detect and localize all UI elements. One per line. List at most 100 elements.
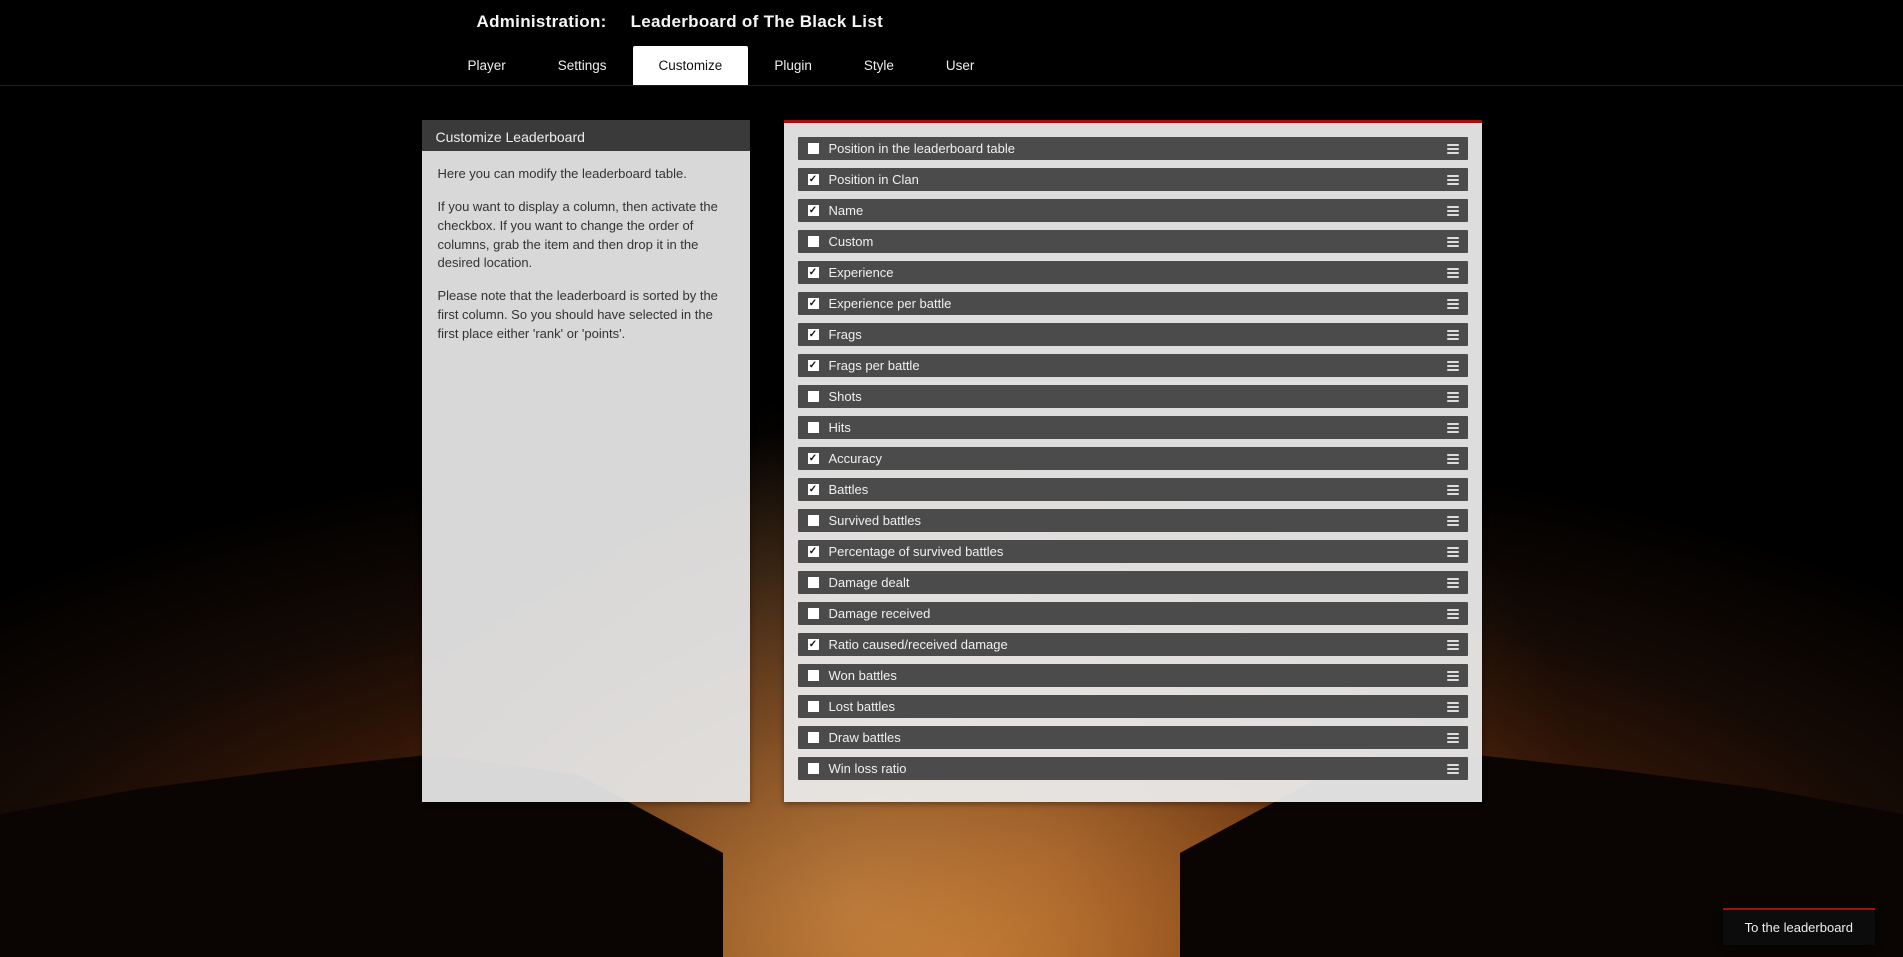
- column-label: Frags: [829, 327, 1446, 342]
- column-row-position-table[interactable]: Position in the leaderboard table: [798, 137, 1468, 160]
- info-panel-title: Customize Leaderboard: [422, 123, 750, 151]
- column-label: Custom: [829, 234, 1446, 249]
- column-row-pct-survived[interactable]: Percentage of survived battles: [798, 540, 1468, 563]
- tab-style[interactable]: Style: [838, 46, 920, 85]
- column-row-experience-per-battle[interactable]: Experience per battle: [798, 292, 1468, 315]
- drag-handle-icon[interactable]: [1446, 330, 1460, 340]
- column-checkbox[interactable]: [808, 205, 819, 216]
- leaderboard-name: Leaderboard of The Black List: [631, 12, 883, 32]
- drag-handle-icon[interactable]: [1446, 299, 1460, 309]
- column-checkbox[interactable]: [808, 174, 819, 185]
- drag-handle-icon[interactable]: [1446, 764, 1460, 774]
- drag-handle-icon[interactable]: [1446, 392, 1460, 402]
- drag-handle-icon[interactable]: [1446, 485, 1460, 495]
- column-row-hits[interactable]: Hits: [798, 416, 1468, 439]
- drag-handle-icon[interactable]: [1446, 454, 1460, 464]
- drag-handle-icon[interactable]: [1446, 206, 1460, 216]
- column-checkbox[interactable]: [808, 391, 819, 402]
- drag-handle-icon[interactable]: [1446, 640, 1460, 650]
- column-row-name[interactable]: Name: [798, 199, 1468, 222]
- to-leaderboard-label: To the leaderboard: [1745, 920, 1853, 935]
- column-row-damage-received[interactable]: Damage received: [798, 602, 1468, 625]
- drag-handle-icon[interactable]: [1446, 144, 1460, 154]
- column-checkbox[interactable]: [808, 639, 819, 650]
- column-row-battles[interactable]: Battles: [798, 478, 1468, 501]
- column-checkbox[interactable]: [808, 732, 819, 743]
- tab-customize[interactable]: Customize: [633, 46, 749, 85]
- drag-handle-icon[interactable]: [1446, 733, 1460, 743]
- tab-label: Player: [468, 58, 506, 73]
- column-checkbox[interactable]: [808, 515, 819, 526]
- drag-handle-icon[interactable]: [1446, 237, 1460, 247]
- column-row-experience[interactable]: Experience: [798, 261, 1468, 284]
- drag-handle-icon[interactable]: [1446, 547, 1460, 557]
- column-checkbox[interactable]: [808, 701, 819, 712]
- drag-handle-icon[interactable]: [1446, 423, 1460, 433]
- column-checkbox[interactable]: [808, 608, 819, 619]
- column-label: Percentage of survived battles: [829, 544, 1446, 559]
- tab-label: User: [946, 58, 975, 73]
- tab-settings[interactable]: Settings: [532, 46, 633, 85]
- tab-plugin[interactable]: Plugin: [748, 46, 838, 85]
- admin-tabs: Player Settings CustomizePlugin Style User: [422, 46, 1482, 85]
- column-row-accuracy[interactable]: Accuracy: [798, 447, 1468, 470]
- column-checkbox[interactable]: [808, 360, 819, 371]
- drag-handle-icon[interactable]: [1446, 671, 1460, 681]
- column-row-win-loss-ratio[interactable]: Win loss ratio: [798, 757, 1468, 780]
- drag-handle-icon[interactable]: [1446, 609, 1460, 619]
- column-label: Survived battles: [829, 513, 1446, 528]
- column-row-frags-per-battle[interactable]: Frags per battle: [798, 354, 1468, 377]
- column-checkbox[interactable]: [808, 577, 819, 588]
- column-row-damage-dealt[interactable]: Damage dealt: [798, 571, 1468, 594]
- column-checkbox[interactable]: [808, 236, 819, 247]
- column-checkbox[interactable]: [808, 484, 819, 495]
- column-row-lost-battles[interactable]: Lost battles: [798, 695, 1468, 718]
- column-label: Frags per battle: [829, 358, 1446, 373]
- column-row-shots[interactable]: Shots: [798, 385, 1468, 408]
- admin-label: Administration:: [477, 12, 607, 32]
- column-label: Hits: [829, 420, 1446, 435]
- column-checkbox[interactable]: [808, 298, 819, 309]
- column-row-draw-battles[interactable]: Draw battles: [798, 726, 1468, 749]
- column-checkbox[interactable]: [808, 546, 819, 557]
- tab-label: Settings: [558, 58, 607, 73]
- column-checkbox[interactable]: [808, 329, 819, 340]
- column-label: Experience per battle: [829, 296, 1446, 311]
- tab-player[interactable]: Player: [442, 46, 532, 85]
- column-row-survived-battles[interactable]: Survived battles: [798, 509, 1468, 532]
- columns-panel: Position in the leaderboard table Positio…: [784, 120, 1482, 802]
- column-checkbox[interactable]: [808, 267, 819, 278]
- column-row-position-clan[interactable]: Position in Clan: [798, 168, 1468, 191]
- column-label: Win loss ratio: [829, 761, 1446, 776]
- column-label: Damage dealt: [829, 575, 1446, 590]
- admin-header: Administration: Leaderboard of The Black…: [0, 0, 1903, 86]
- column-label: Ratio caused/received damage: [829, 637, 1446, 652]
- column-checkbox[interactable]: [808, 763, 819, 774]
- column-checkbox[interactable]: [808, 453, 819, 464]
- column-checkbox[interactable]: [808, 422, 819, 433]
- column-row-custom[interactable]: Custom: [798, 230, 1468, 253]
- column-row-won-battles[interactable]: Won battles: [798, 664, 1468, 687]
- drag-handle-icon[interactable]: [1446, 361, 1460, 371]
- info-panel: Customize Leaderboard Here you can modif…: [422, 120, 750, 802]
- to-leaderboard-button[interactable]: To the leaderboard: [1723, 908, 1875, 945]
- column-label: Position in Clan: [829, 172, 1446, 187]
- column-checkbox[interactable]: [808, 143, 819, 154]
- column-checkbox[interactable]: [808, 670, 819, 681]
- column-label: Won battles: [829, 668, 1446, 683]
- drag-handle-icon[interactable]: [1446, 268, 1460, 278]
- drag-handle-icon[interactable]: [1446, 516, 1460, 526]
- column-row-frags[interactable]: Frags: [798, 323, 1468, 346]
- info-p3: Please note that the leaderboard is sort…: [438, 287, 734, 344]
- drag-handle-icon[interactable]: [1446, 175, 1460, 185]
- drag-handle-icon[interactable]: [1446, 702, 1460, 712]
- tab-user[interactable]: User: [920, 46, 1001, 85]
- info-p1: Here you can modify the leaderboard tabl…: [438, 165, 734, 184]
- column-label: Position in the leaderboard table: [829, 141, 1446, 156]
- column-label: Experience: [829, 265, 1446, 280]
- column-label: Shots: [829, 389, 1446, 404]
- column-row-ratio-damage[interactable]: Ratio caused/received damage: [798, 633, 1468, 656]
- info-p2: If you want to display a column, then ac…: [438, 198, 734, 273]
- drag-handle-icon[interactable]: [1446, 578, 1460, 588]
- tab-label: Style: [864, 58, 894, 73]
